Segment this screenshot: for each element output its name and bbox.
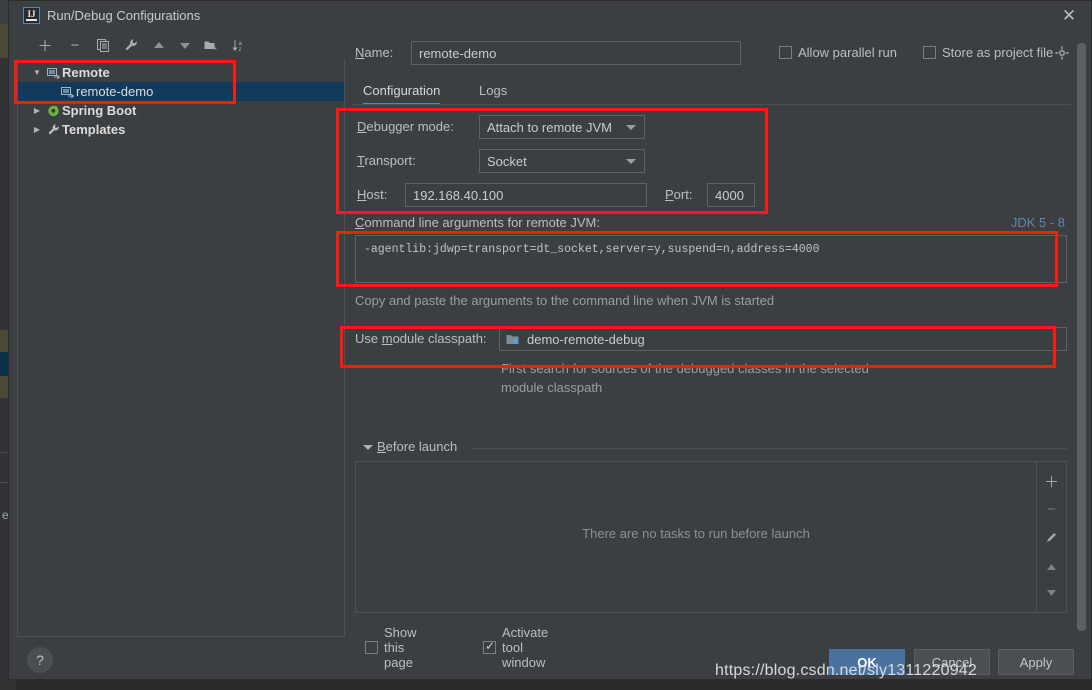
remove-configuration-button[interactable]: − xyxy=(65,35,85,55)
jdk-version-selector[interactable]: JDK 5 - 8 xyxy=(1011,215,1065,230)
spring-boot-icon xyxy=(44,104,62,117)
before-launch-empty-text: There are no tasks to run before launch xyxy=(582,526,810,541)
copy-configuration-button[interactable] xyxy=(93,35,113,55)
arrow-up-icon[interactable] xyxy=(149,35,169,55)
use-module-classpath-label: Use module classpath: xyxy=(355,331,487,346)
configuration-editor-panel: Name: Allow parallel run Store as projec… xyxy=(353,33,1075,670)
svg-text:z: z xyxy=(239,47,242,52)
tree-item-spring-boot[interactable]: ▶ Spring Boot xyxy=(18,101,344,120)
name-input[interactable] xyxy=(411,41,741,65)
chevron-right-icon[interactable]: ▶ xyxy=(30,125,44,134)
debugger-mode-label: Debugger mode: xyxy=(357,119,454,134)
chevron-down-icon[interactable]: ▼ xyxy=(30,68,44,77)
content-scrollbar-thumb[interactable] xyxy=(1077,43,1086,631)
dialog-title: Run/Debug Configurations xyxy=(47,8,201,23)
chevron-down-icon[interactable] xyxy=(626,125,636,130)
allow-parallel-run-checkbox[interactable]: Allow parallel run xyxy=(779,45,897,60)
store-as-project-file-checkbox[interactable]: Store as project file xyxy=(923,45,1053,60)
transport-select[interactable]: Socket xyxy=(479,149,645,173)
before-launch-task-list[interactable]: There are no tasks to run before launch … xyxy=(355,461,1067,613)
tree-item-label: Spring Boot xyxy=(62,103,137,118)
chevron-down-icon[interactable] xyxy=(626,159,636,164)
tree-item-templates[interactable]: ▶ Templates xyxy=(18,120,344,139)
allow-parallel-run-label: Allow parallel run xyxy=(798,45,897,60)
host-port-row: Host: Port: xyxy=(355,183,775,207)
tree-toolbar: ＋ − + a z xyxy=(17,33,345,57)
section-divider xyxy=(471,448,1067,449)
name-row: Name: Allow parallel run Store as projec… xyxy=(353,41,1075,65)
debugger-mode-row: Debugger mode: Attach to remote JVM xyxy=(355,115,775,139)
module-icon xyxy=(506,333,521,346)
debugger-mode-value: Attach to remote JVM xyxy=(487,119,612,135)
apply-button[interactable]: Apply xyxy=(998,649,1074,675)
show-this-page-checkbox[interactable]: Show this page xyxy=(365,625,417,670)
help-button[interactable]: ? xyxy=(27,647,53,673)
watermark-text: https://blog.csdn.net/sly1311220942 xyxy=(715,662,977,679)
arrow-down-icon[interactable] xyxy=(175,35,195,55)
show-this-page-label: Show this page xyxy=(384,625,417,670)
transport-value: Socket xyxy=(487,153,527,169)
tree-item-remote[interactable]: ▼ Remote xyxy=(18,63,344,82)
tab-logs[interactable]: Logs xyxy=(479,77,507,103)
checkbox-box[interactable] xyxy=(923,46,936,59)
tab-underline xyxy=(353,104,1071,105)
command-line-arguments-label: Command line arguments for remote JVM: xyxy=(355,215,600,230)
editor-tabs: Configuration Logs xyxy=(353,77,1075,105)
host-label: Host: xyxy=(357,187,388,202)
remote-icon xyxy=(58,86,76,98)
port-label: Port: xyxy=(665,187,693,202)
store-as-project-file-label: Store as project file xyxy=(942,45,1054,60)
wrench-icon[interactable] xyxy=(121,35,141,55)
module-classpath-hint: First search for sources of the debugged… xyxy=(501,361,869,395)
checkbox-box[interactable] xyxy=(365,641,378,654)
module-classpath-value: demo-remote-debug xyxy=(527,331,645,347)
move-task-down-button[interactable] xyxy=(1037,580,1066,606)
command-line-arguments-field[interactable]: -agentlib:jdwp=transport=dt_socket,serve… xyxy=(355,235,1067,283)
close-icon[interactable]: ✕ xyxy=(1057,5,1081,27)
activate-tool-window-label: Activate tool window xyxy=(502,625,549,670)
checkbox-box[interactable] xyxy=(779,46,792,59)
before-launch-header: Before launch xyxy=(355,439,1067,457)
configurations-tree[interactable]: ▼ Remote remote-demo ▶ Spring Boot ▶ Tem… xyxy=(17,59,345,637)
name-label: Name: xyxy=(355,45,394,60)
checkbox-box[interactable] xyxy=(483,639,496,654)
module-classpath-select[interactable]: demo-remote-debug xyxy=(499,327,1067,351)
configurations-tree-panel: ＋ − + a z ▼ Remote remote-demo ▶ Spring … xyxy=(17,33,345,637)
activate-tool-window-checkbox[interactable]: Activate tool window xyxy=(483,625,548,670)
host-input[interactable] xyxy=(405,183,647,207)
move-task-up-button[interactable] xyxy=(1037,554,1066,580)
transport-row: Transport: Socket xyxy=(355,149,775,173)
command-line-arguments-hint: Copy and paste the arguments to the comm… xyxy=(355,293,775,308)
pencil-icon[interactable] xyxy=(1037,524,1066,550)
transport-label: Transport: xyxy=(357,153,416,168)
before-launch-toolbar: ＋ − xyxy=(1036,462,1066,612)
before-launch-title: Before launch xyxy=(377,439,458,454)
tree-item-label: Templates xyxy=(62,122,126,137)
gear-icon[interactable] xyxy=(1055,46,1069,65)
port-input[interactable] xyxy=(707,183,755,207)
remote-icon xyxy=(44,67,62,79)
sort-az-icon[interactable]: a z xyxy=(229,35,249,55)
tab-configuration[interactable]: Configuration xyxy=(363,77,441,105)
wrench-icon xyxy=(44,123,62,136)
debugger-mode-select[interactable]: Attach to remote JVM xyxy=(479,115,645,139)
dialog-titlebar: IJ Run/Debug Configurations ✕ xyxy=(9,1,1091,31)
content-scrollbar[interactable] xyxy=(1077,43,1086,631)
tree-item-label: Remote xyxy=(62,65,110,80)
remove-task-button[interactable]: − xyxy=(1037,496,1066,522)
svg-text:+: + xyxy=(213,46,217,52)
tree-item-remote-demo[interactable]: remote-demo xyxy=(18,82,344,101)
debugger-settings-group: Debugger mode: Attach to remote JVM Tran… xyxy=(355,115,775,207)
chevron-down-icon[interactable] xyxy=(363,445,373,450)
run-debug-configurations-dialog: IJ Run/Debug Configurations ✕ ＋ − + a z … xyxy=(8,0,1092,680)
tree-item-label: remote-demo xyxy=(76,84,154,99)
add-task-button[interactable]: ＋ xyxy=(1037,468,1066,494)
intellij-idea-icon: IJ xyxy=(23,7,40,24)
chevron-right-icon[interactable]: ▶ xyxy=(30,106,44,115)
add-configuration-button[interactable]: ＋ xyxy=(35,35,55,55)
folder-add-icon[interactable]: + xyxy=(201,35,221,55)
